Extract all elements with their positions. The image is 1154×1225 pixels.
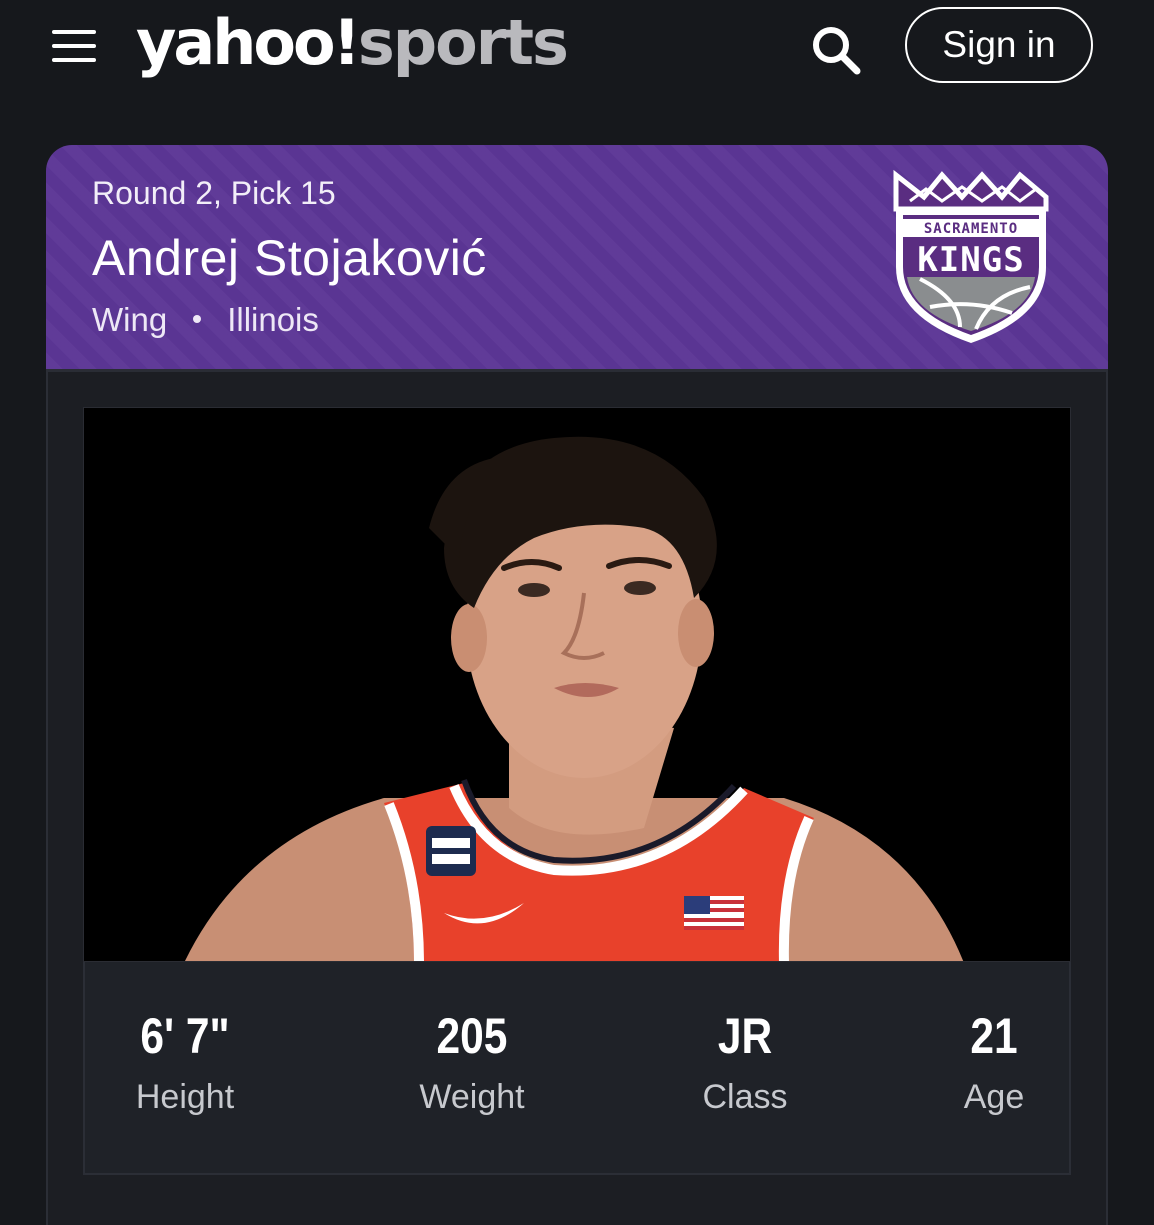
pick-number: Round 2, Pick 15: [92, 175, 336, 211]
sacramento-kings-logo[interactable]: SACRAMENTO KINGS: [890, 167, 1052, 349]
stat-weight: 205 Weight: [372, 1006, 572, 1117]
player-name[interactable]: Andrej Stojaković: [92, 229, 487, 287]
stat-weight-value: 205: [436, 1008, 508, 1064]
yahoo-sports-logo[interactable]: yahoo!sports: [136, 6, 569, 86]
player-stats: 6' 7" Height 205 Weight JR Class 21 Age: [83, 962, 1071, 1175]
stat-age: 21 Age: [894, 1006, 1094, 1117]
stat-class-label: Class: [702, 1078, 788, 1116]
stat-age-value: 21: [970, 1008, 1018, 1064]
sign-in-button[interactable]: Sign in: [905, 7, 1093, 83]
stat-age-label: Age: [963, 1078, 1025, 1116]
stat-height-label: Height: [135, 1078, 235, 1116]
player-meta: Wing Illinois: [92, 301, 319, 339]
player-school: Illinois: [227, 301, 319, 338]
kings-logo-team-text: KINGS: [917, 240, 1024, 280]
stat-class-value: JR: [717, 1008, 773, 1064]
stat-weight-label: Weight: [419, 1078, 525, 1116]
logo-sports-text: sports: [357, 6, 569, 79]
separator-dot: [193, 315, 202, 324]
player-position: Wing: [92, 301, 168, 338]
draft-pick-card: Round 2, Pick 15 Andrej Stojaković Wing I…: [46, 145, 1108, 1225]
stat-height: 6' 7" Height: [85, 1006, 285, 1117]
kings-logo-city-text: SACRAMENTO: [924, 221, 1018, 237]
player-photo: [83, 407, 1071, 962]
pick-header: Round 2, Pick 15 Andrej Stojaković Wing I…: [46, 145, 1108, 372]
top-navigation-bar: yahoo!sports Sign in: [0, 0, 1154, 100]
logo-yahoo-text: yahoo!: [136, 6, 361, 79]
search-icon[interactable]: [806, 20, 866, 80]
stat-height-value: 6' 7": [140, 1008, 230, 1064]
hamburger-menu-icon[interactable]: [50, 26, 98, 66]
stat-class: JR Class: [645, 1006, 845, 1117]
